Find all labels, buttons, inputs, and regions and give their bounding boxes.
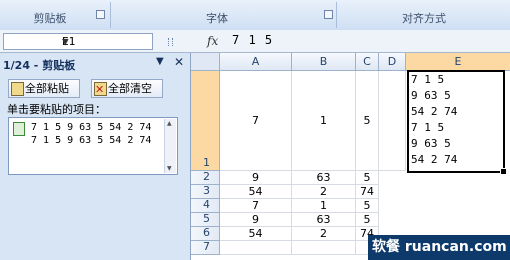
cell-c3[interactable]: 74 — [356, 185, 379, 199]
row-number: 6 — [203, 226, 210, 239]
close-icon[interactable]: ✕ — [174, 55, 184, 69]
scroll-up-icon[interactable]: ▲ — [167, 120, 172, 127]
clipboard-item-line-2: 7 1 5 9 63 5 54 2 74 — [31, 135, 152, 146]
cell-b4[interactable]: 1 — [292, 199, 356, 213]
row-number: 2 — [203, 170, 210, 183]
dialog-launcher-icon[interactable] — [96, 10, 105, 19]
column-header-a[interactable]: A — [220, 53, 292, 71]
row-header-4[interactable]: 4 — [191, 198, 220, 213]
clipboard-item[interactable]: 7 1 5 9 63 5 54 2 74 7 1 5 9 63 5 54 2 7… — [8, 117, 178, 175]
cell-e1-line: 54 2 74 — [411, 153, 458, 166]
cell-b6[interactable]: 2 — [292, 227, 356, 241]
ribbon-group-label-font: 字体 — [206, 12, 228, 25]
column-header-c[interactable]: C — [356, 53, 379, 71]
cell-a2[interactable]: 9 — [220, 171, 292, 185]
formula-input[interactable]: 7 1 5 — [232, 33, 273, 47]
row-header-5[interactable]: 5 — [191, 212, 220, 227]
cell-b2[interactable]: 63 — [292, 171, 356, 185]
dialog-launcher-icon[interactable] — [324, 10, 333, 19]
cell-c5[interactable]: 5 — [356, 213, 379, 227]
ribbon-group-bar: 剪贴板 字体 对齐方式 — [0, 0, 510, 31]
cell-a6[interactable]: 54 — [220, 227, 292, 241]
cell-e1-active[interactable]: 7 1 5 9 63 5 54 2 74 7 1 5 9 63 5 54 2 7… — [407, 70, 507, 175]
cell-e1-line: 7 1 5 — [411, 121, 445, 134]
row-number: 5 — [203, 212, 210, 225]
column-header-b[interactable]: B — [292, 53, 356, 71]
row-number: 3 — [203, 184, 210, 197]
cell-b5[interactable]: 63 — [292, 213, 356, 227]
cell-e1-line: 54 2 74 — [411, 105, 458, 118]
pane-options-dropdown-icon[interactable]: ▼ — [156, 56, 164, 67]
clear-all-button[interactable]: ✕ 全部清空 — [91, 79, 163, 98]
column-header-e[interactable]: E — [406, 53, 510, 71]
ribbon-group-alignment: 对齐方式 — [338, 2, 510, 28]
cell-a7[interactable] — [220, 241, 292, 255]
row-header-7[interactable]: 7 — [191, 240, 220, 255]
cell-c1[interactable]: 5 — [356, 71, 379, 171]
cell-a3[interactable]: 54 — [220, 185, 292, 199]
scroll-down-icon[interactable]: ▼ — [167, 165, 172, 172]
cell-b7[interactable] — [292, 241, 356, 255]
cell-b3[interactable]: 2 — [292, 185, 356, 199]
cell-a4[interactable]: 7 — [220, 199, 292, 213]
cell-d1[interactable] — [379, 71, 406, 171]
splitter-handle[interactable] — [168, 38, 173, 46]
clear-all-label: 全部清空 — [108, 82, 152, 95]
ribbon-group-clipboard: 剪贴板 — [0, 2, 111, 28]
row-header-1[interactable]: 1 — [191, 71, 220, 171]
ribbon-group-font: 字体 — [112, 2, 337, 28]
row-header-2[interactable]: 2 — [191, 170, 220, 185]
cell-c2[interactable]: 5 — [356, 171, 379, 185]
select-all-corner[interactable] — [191, 53, 220, 71]
paste-all-button[interactable]: 全部粘贴 — [8, 79, 80, 98]
chevron-down-icon[interactable]: ▼ — [62, 35, 150, 48]
watermark-logo: 软餐 ruancan.com — [368, 235, 510, 260]
clipboard-item-line-1: 7 1 5 9 63 5 54 2 74 — [31, 122, 152, 133]
paste-all-label: 全部粘贴 — [25, 82, 69, 95]
name-box[interactable]: E1 ▼ — [3, 33, 153, 50]
row-number: 7 — [203, 240, 210, 253]
clear-x-icon: ✕ — [95, 83, 105, 96]
excel-item-icon — [13, 122, 25, 136]
clipboard-pane-title: 1/24 - 剪贴板 — [3, 59, 76, 72]
ribbon-group-label-clipboard: 剪贴板 — [33, 12, 67, 25]
clipboard-scrollbar[interactable]: ▲ ▼ — [164, 119, 176, 173]
cell-b1[interactable]: 1 — [292, 71, 356, 171]
paste-icon — [11, 82, 24, 96]
clipboard-instruction: 单击要粘贴的项目： — [7, 103, 106, 116]
ribbon-group-label-alignment: 对齐方式 — [402, 12, 446, 25]
cell-c4[interactable]: 5 — [356, 199, 379, 213]
cell-a1[interactable]: 7 — [220, 71, 292, 171]
cell-e1-line: 7 1 5 — [411, 73, 445, 86]
cell-e1-line: 9 63 5 — [411, 89, 451, 102]
column-header-d[interactable]: D — [379, 53, 406, 71]
row-number: 1 — [203, 156, 210, 169]
cell-e1-line: 9 63 5 — [411, 137, 451, 150]
row-header-6[interactable]: 6 — [191, 226, 220, 241]
fill-handle[interactable] — [500, 168, 507, 175]
row-number: 4 — [203, 198, 210, 211]
row-header-3[interactable]: 3 — [191, 184, 220, 199]
cell-a5[interactable]: 9 — [220, 213, 292, 227]
insert-function-icon[interactable]: fx — [207, 34, 218, 48]
